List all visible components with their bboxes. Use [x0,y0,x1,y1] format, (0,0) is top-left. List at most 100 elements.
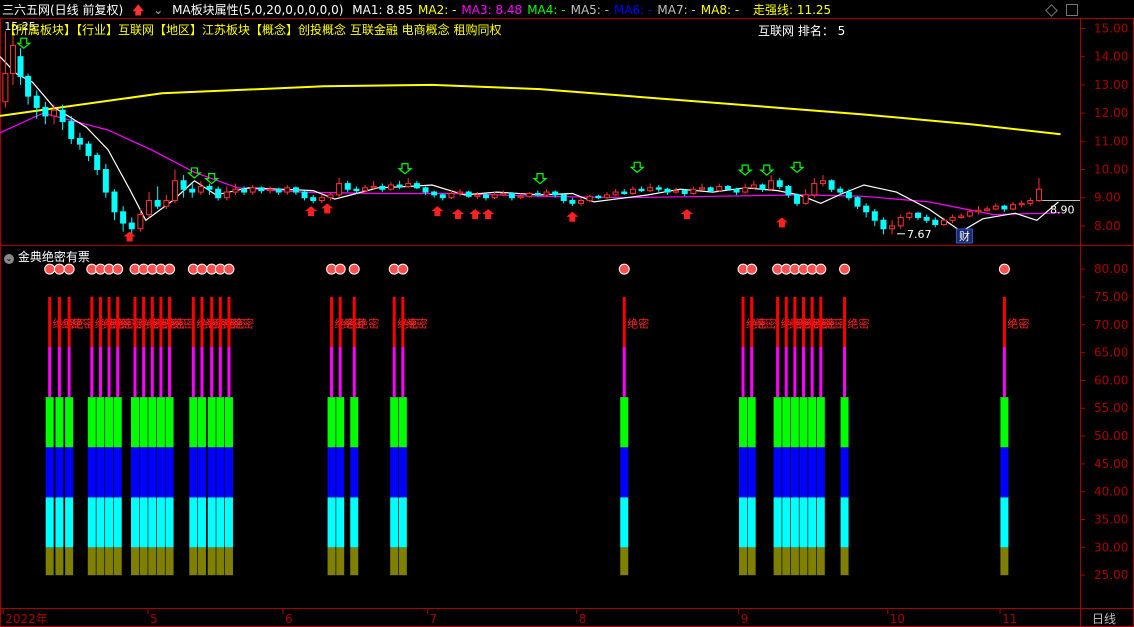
candle-body-103 [889,225,896,230]
candles[interactable] [2,21,1042,235]
indicator-band [116,296,120,348]
candle-body-52 [448,192,455,199]
indicator-band [799,447,808,498]
indicator-band [782,547,791,576]
indicator-bars[interactable]: 绝密绝密绝密 绝密绝密绝密绝密绝密绝密绝密绝密绝密 绝密绝密绝密绝密绝密 绝密 绝密 绝密… [44,263,1030,576]
candle-body-101 [871,211,878,221]
price-axis: 15.00 14.00 13.00 12.00 11.00 10.00 9.00 8.00 [1080,21,1128,233]
indicator-band [747,497,756,548]
candle-body-16 [137,214,144,230]
candle-body-45 [387,184,394,190]
candle-body-25 [215,188,222,199]
candle-body-90 [776,180,783,187]
dropdown-icon[interactable]: ⌄ [153,3,163,17]
candle-body-98 [845,191,852,199]
indicator-band [790,497,799,548]
candle-body-66 [569,200,576,204]
indicator-band [620,397,629,448]
candle-body-96 [828,180,835,190]
candle-body-70 [603,194,610,199]
indicator-band [156,547,165,576]
ma-value-4: MA4: - [527,3,566,17]
price-tick-label-5: 10.00 [1094,162,1128,176]
indicator-band [330,347,334,398]
candle-body-75 [647,187,654,192]
down-arrow-icon [759,164,775,176]
indicator-band [67,296,71,348]
indicator-band [327,397,336,448]
indicator-band [224,397,233,448]
indicator-band [622,296,626,348]
indicator-band [840,447,849,498]
indicator-band [336,497,345,548]
up-arrow-icon [566,211,579,222]
signal-dot-icon [53,263,65,275]
price-tick-label-3: 12.00 [1094,106,1128,120]
candle-body-95 [819,180,826,185]
indicator-band [105,547,114,576]
ma-value-8: MA8: - [700,3,740,17]
indicator-signal-label: 绝密 [406,317,428,331]
pane-collapse-icon[interactable]: ⌄ [4,254,14,264]
indicator-band [1000,447,1009,498]
candle-body-113 [975,209,982,213]
indicator-band [207,497,216,548]
indicator-name[interactable]: MA板块属性(5,0,20,0,0,0,0,0) [172,3,343,17]
up-arrow-icon [305,206,318,217]
indicator-band [159,296,163,348]
candle-body-21 [180,180,187,190]
indicator-band [793,347,797,398]
candle-body-85 [733,188,740,193]
candle-body-14 [120,211,127,224]
indicator-band [98,347,102,398]
indicator-band [218,347,222,398]
candle-body-20 [171,180,178,202]
candle-body-32 [275,188,282,193]
security-name[interactable]: 三六五网(日线 前复权) [2,3,123,17]
indicator-band [189,447,198,498]
indicator-band [750,296,754,348]
ma-values: MA1: 8.85 MA2: - MA3: 8.48 MA4: - MA5: - MA6:… [352,3,744,17]
indicator-band [139,497,148,548]
indicator-band [398,397,407,448]
candle-body-9 [76,137,83,145]
indicator-tick-label-6: 50.00 [1094,429,1128,443]
indicator-band [327,447,336,498]
indicator-band [620,497,629,548]
candle-body-72 [621,191,628,194]
candle-body-88 [759,184,766,190]
down-arrow-icon [532,172,548,185]
signal-dot-icon [815,263,827,275]
date-label-4: 8 [579,612,587,626]
strong-line-value: 走强线: 11.25 [752,3,832,17]
ma3-line [0,112,1061,216]
down-arrow-icon [397,163,413,175]
indicator-band [790,447,799,498]
indicator-band [156,497,165,548]
indicator-band [191,296,195,348]
indicator-band [165,447,174,498]
indicator-band [131,547,139,576]
candle-body-73 [629,188,636,194]
indicator-band [739,397,748,448]
candle-body-26 [223,191,230,199]
candle-body-11 [94,154,101,170]
candle-body-92 [794,194,801,204]
candle-body-13 [111,191,118,213]
candle-body-22 [189,188,196,193]
candle-body-115 [992,205,999,210]
indicator-tick-label-4: 60.00 [1094,373,1128,387]
indicator-band [350,497,359,548]
indicator-tick-label-11: 25.00 [1094,568,1128,582]
indicator-signal-label: 绝密 [173,317,195,331]
candle-body-46 [396,184,403,187]
indicator-band [45,497,54,548]
indicator-pane-title[interactable]: ⌄ 金典绝密有票 [4,248,90,265]
candle-body-2 [17,56,24,77]
indicator-band [45,547,54,576]
restore-icon[interactable] [1066,4,1078,16]
indicator-band [197,497,206,548]
indicator-band [55,497,64,548]
indicator-band [200,347,204,398]
indicator-band [741,347,745,398]
